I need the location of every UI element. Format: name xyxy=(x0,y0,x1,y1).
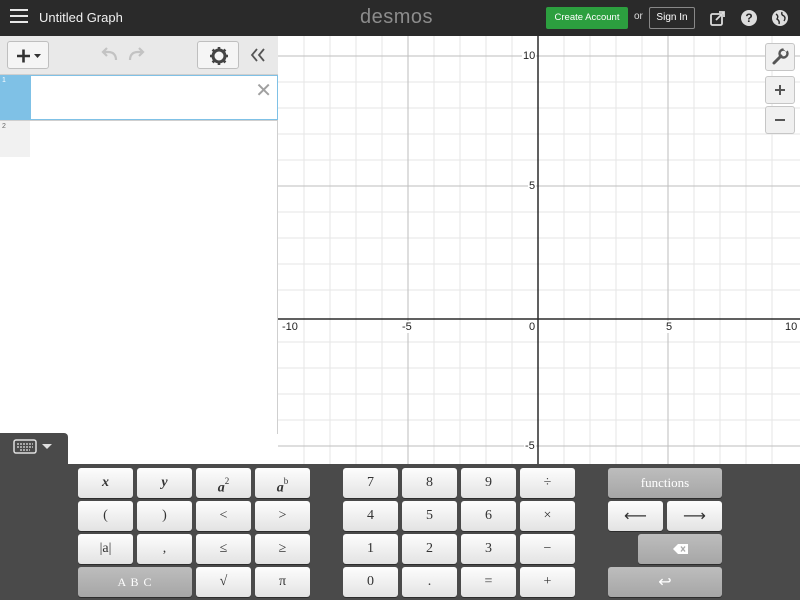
key-9[interactable]: 9 xyxy=(461,468,516,498)
key-8[interactable]: 8 xyxy=(402,468,457,498)
delete-expression-icon[interactable]: ✕ xyxy=(255,81,272,101)
plus-chevron-icon xyxy=(17,49,41,63)
right-arrow-key[interactable]: ⟶ xyxy=(667,501,722,531)
expression-panel: 1 ✕ 2 xyxy=(0,36,278,434)
x-tick-label: -10 xyxy=(281,321,299,333)
keyboard-icon xyxy=(13,439,52,454)
graph-title[interactable]: Untitled Graph xyxy=(39,10,123,25)
x-tick-label: 0 xyxy=(528,321,537,333)
create-account-button[interactable]: Create Account xyxy=(546,7,628,29)
key-x[interactable]: x xyxy=(78,468,133,498)
key-equals[interactable]: = xyxy=(461,567,516,597)
top-bar: Untitled Graph desmos Create Account or … xyxy=(0,0,800,36)
x-tick-label: -5 xyxy=(401,321,413,333)
key-multiply[interactable]: × xyxy=(520,501,575,531)
settings-button[interactable] xyxy=(197,41,239,69)
key-pi[interactable]: π xyxy=(255,567,310,597)
key-open-paren[interactable]: ( xyxy=(78,501,133,531)
key-less-than[interactable]: < xyxy=(196,501,251,531)
plus-icon xyxy=(775,85,785,95)
expression-input[interactable] xyxy=(30,75,278,120)
math-keypad: x y a2 ab ( ) < > |a| , ≤ ≥ A B C √ π 7 … xyxy=(0,464,800,600)
x-tick-label: 10 xyxy=(784,321,799,333)
key-sqrt[interactable]: √ xyxy=(196,567,251,597)
or-label: or xyxy=(634,11,643,22)
brand-logo: desmos xyxy=(360,6,434,28)
wrench-icon xyxy=(772,47,789,65)
undo-icon[interactable] xyxy=(100,46,120,64)
key-greater-equal[interactable]: ≥ xyxy=(255,534,310,564)
key-squared[interactable]: a2 xyxy=(196,468,251,498)
left-arrow-key[interactable]: ⟵ xyxy=(608,501,663,531)
key-close-paren[interactable]: ) xyxy=(137,501,192,531)
key-1[interactable]: 1 xyxy=(343,534,398,564)
key-5[interactable]: 5 xyxy=(402,501,457,531)
add-item-button[interactable] xyxy=(7,41,49,69)
expression-toolbar xyxy=(0,36,278,75)
backspace-icon xyxy=(673,544,688,554)
redo-icon[interactable] xyxy=(126,46,146,64)
svg-text:?: ? xyxy=(745,11,752,25)
key-decimal[interactable]: . xyxy=(402,567,457,597)
menu-icon[interactable] xyxy=(10,9,28,25)
key-4[interactable]: 4 xyxy=(343,501,398,531)
minus-icon xyxy=(775,119,785,121)
key-less-equal[interactable]: ≤ xyxy=(196,534,251,564)
key-divide[interactable]: ÷ xyxy=(520,468,575,498)
key-comma[interactable]: , xyxy=(137,534,192,564)
keypad-toggle[interactable] xyxy=(0,433,68,467)
expression-index: 2 xyxy=(0,121,30,157)
expression-row[interactable]: 2 xyxy=(0,121,278,157)
key-3[interactable]: 3 xyxy=(461,534,516,564)
graph-settings-button[interactable] xyxy=(765,43,795,71)
key-add[interactable]: + xyxy=(520,567,575,597)
help-icon[interactable]: ? xyxy=(740,9,758,27)
zoom-in-button[interactable] xyxy=(765,76,795,104)
key-power[interactable]: ab xyxy=(255,468,310,498)
key-absolute-value[interactable]: |a| xyxy=(78,534,133,564)
y-tick-label: -5 xyxy=(524,440,536,452)
expression-row[interactable]: 1 ✕ xyxy=(0,75,278,121)
key-7[interactable]: 7 xyxy=(343,468,398,498)
language-globe-icon[interactable] xyxy=(771,9,789,27)
y-tick-label: 10 xyxy=(522,50,537,62)
key-y[interactable]: y xyxy=(137,468,192,498)
gear-icon xyxy=(210,47,228,65)
functions-button[interactable]: functions xyxy=(608,468,722,498)
expression-index: 1 xyxy=(0,75,30,120)
sign-in-button[interactable]: Sign In xyxy=(649,7,695,29)
expression-input[interactable] xyxy=(30,121,278,157)
key-greater-than[interactable]: > xyxy=(255,501,310,531)
key-abc[interactable]: A B C xyxy=(78,567,192,597)
enter-key[interactable]: ↩ xyxy=(608,567,722,597)
collapse-panel-icon[interactable] xyxy=(249,47,267,63)
y-tick-label: 5 xyxy=(528,180,537,192)
zoom-out-button[interactable] xyxy=(765,106,795,134)
backspace-key[interactable] xyxy=(638,534,722,564)
key-subtract[interactable]: − xyxy=(520,534,575,564)
key-2[interactable]: 2 xyxy=(402,534,457,564)
key-6[interactable]: 6 xyxy=(461,501,516,531)
key-0[interactable]: 0 xyxy=(343,567,398,597)
x-tick-label: 5 xyxy=(665,321,674,333)
share-icon[interactable] xyxy=(709,9,727,27)
